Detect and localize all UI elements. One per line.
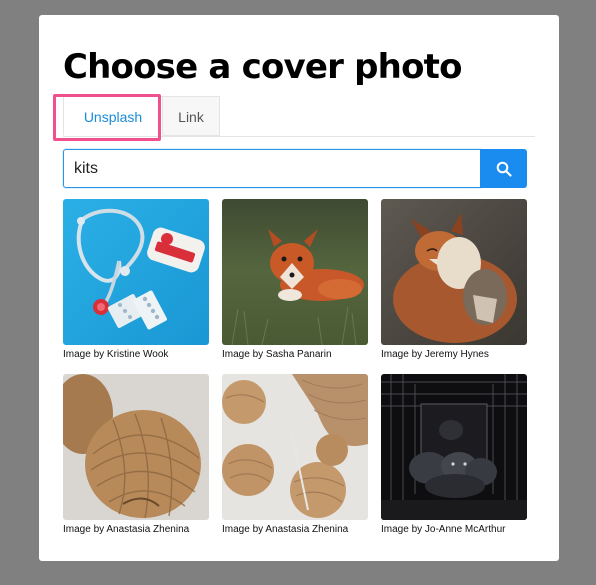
- tab-link[interactable]: Link: [162, 96, 220, 136]
- photo-caption: Image by Sasha Panarin: [222, 349, 332, 360]
- photo-caption: Image by Jo-Anne McArthur: [381, 524, 506, 535]
- photo-thumbnail: [222, 199, 368, 345]
- search-bar: [63, 149, 527, 188]
- cover-photo-dialog: Choose a cover photo Unsplash Link kits …: [39, 15, 559, 561]
- tab-unsplash[interactable]: Unsplash: [63, 96, 163, 136]
- photo-card[interactable]: Image by Jeremy Hynes: [381, 199, 527, 361]
- tab-bar: Unsplash Link: [63, 96, 535, 137]
- photo-thumbnail: [381, 374, 527, 520]
- photo-thumbnail: [63, 374, 209, 520]
- photo-caption: Image by Anastasia Zhenina: [63, 524, 190, 535]
- search-input[interactable]: [63, 149, 481, 188]
- search-button[interactable]: [480, 149, 527, 188]
- photo-caption: Image by Kristine Wook: [63, 349, 169, 360]
- photo-caption: Image by Jeremy Hynes: [381, 349, 489, 360]
- photo-card[interactable]: Image by Sasha Panarin: [222, 199, 368, 361]
- photo-card[interactable]: Image by Anastasia Zhenina: [63, 374, 209, 536]
- dialog-title: Choose a cover photo: [63, 47, 462, 87]
- photo-thumbnail: [63, 199, 209, 345]
- search-icon: [496, 161, 512, 177]
- photo-card[interactable]: Image by Anastasia Zhenina: [222, 374, 368, 536]
- photo-caption: Image by Anastasia Zhenina: [222, 524, 349, 535]
- photo-thumbnail: [381, 199, 527, 345]
- photo-thumbnail: [222, 374, 368, 520]
- photo-card[interactable]: Image by Jo-Anne McArthur: [381, 374, 527, 536]
- photo-card[interactable]: Image by Kristine Wook: [63, 199, 209, 361]
